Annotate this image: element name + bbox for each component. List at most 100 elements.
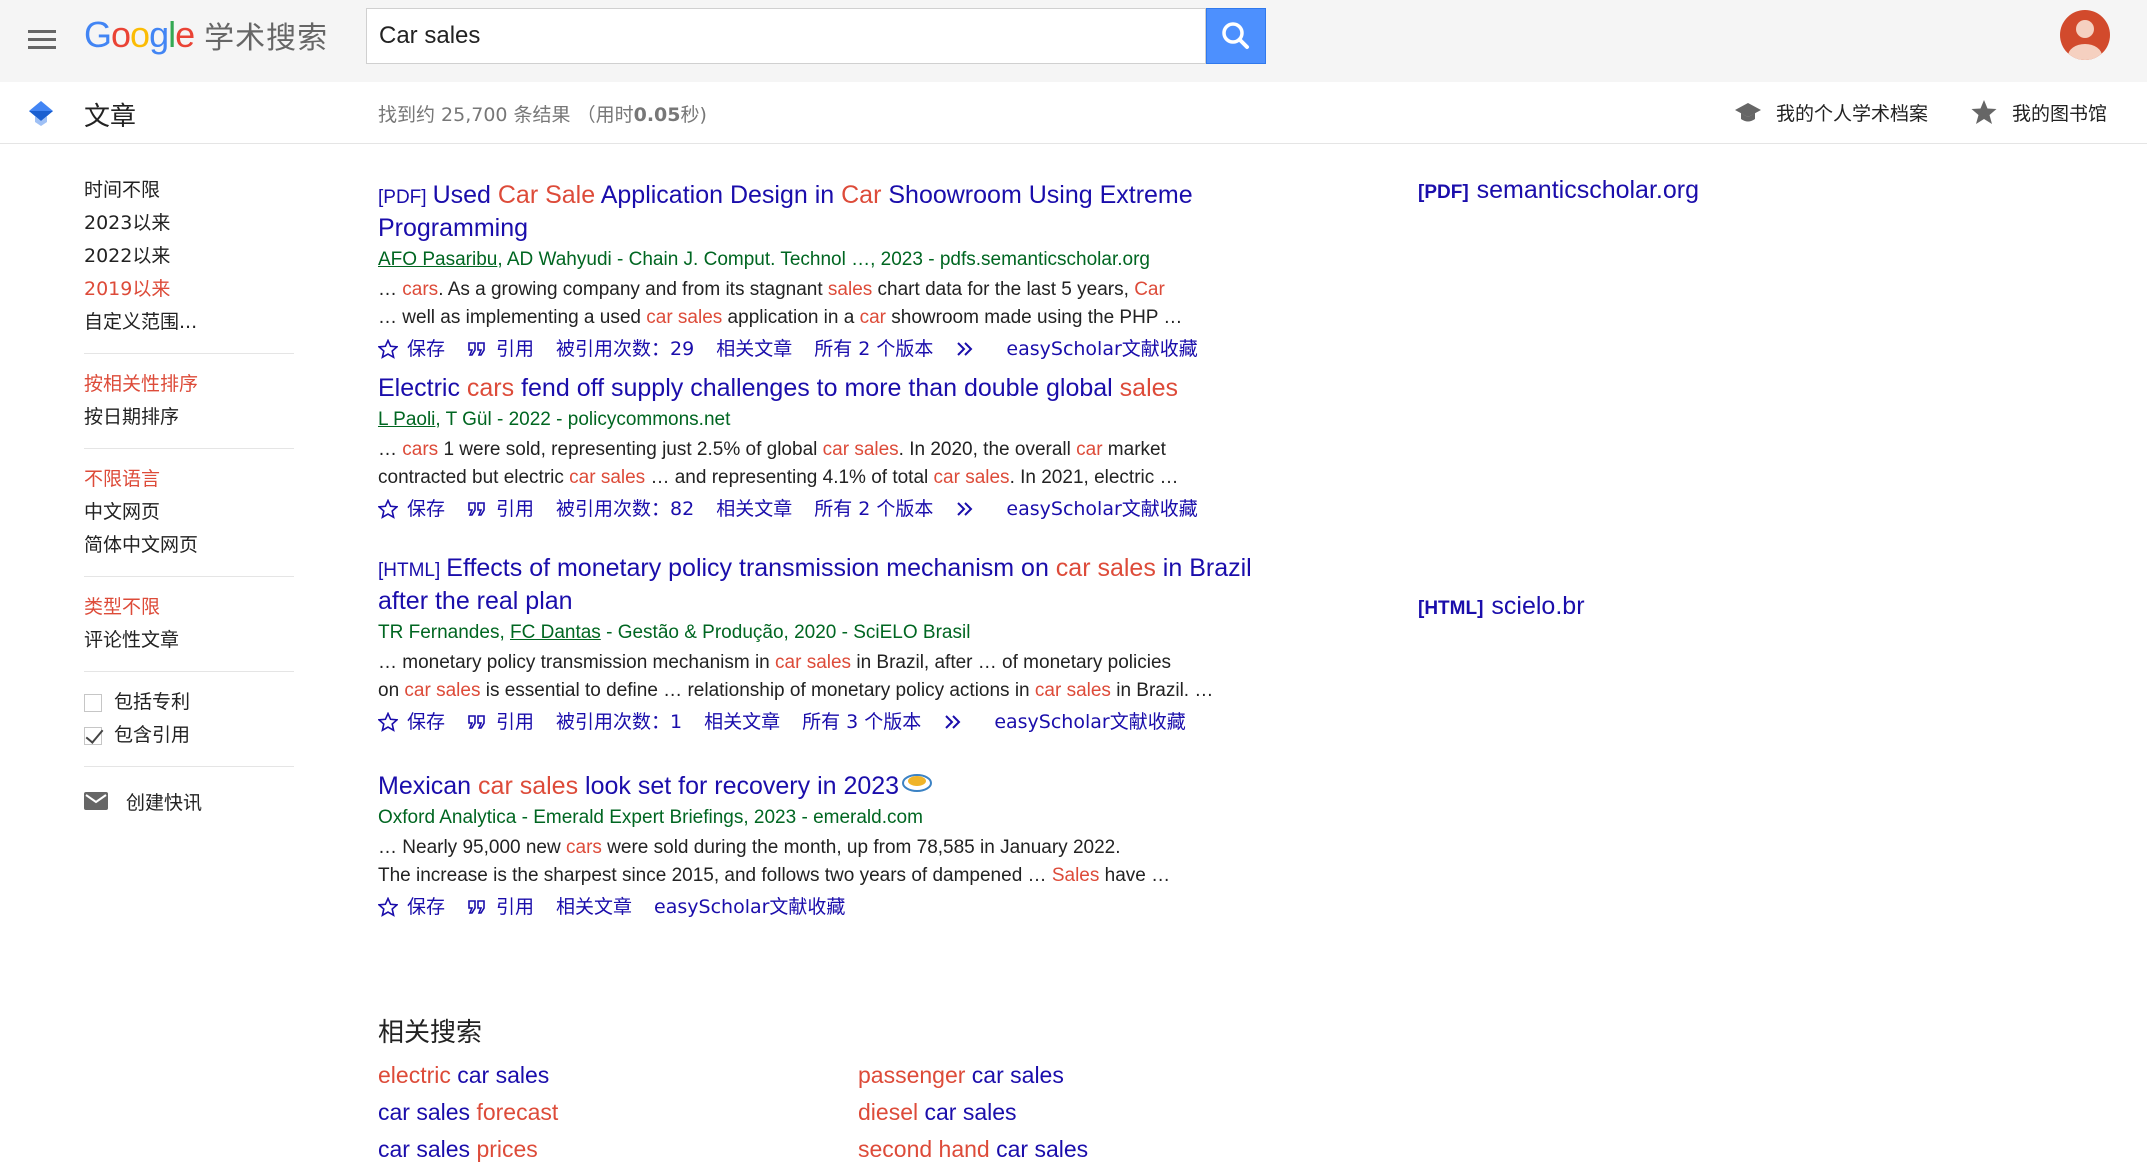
- my-profile-link[interactable]: 我的个人学术档案: [1734, 98, 1928, 126]
- easyscholar-link[interactable]: easyScholar文献收藏: [994, 707, 1185, 737]
- easyscholar-link[interactable]: easyScholar文献收藏: [654, 892, 845, 922]
- title-text: sales: [1119, 374, 1179, 402]
- more-actions-button[interactable]: [955, 339, 984, 359]
- language-option[interactable]: 简体中文网页: [84, 529, 294, 562]
- result-actions: 保存 引用 被引用次数：82 相关文章 所有 2 个版本 easyScholar文献收藏: [378, 494, 1278, 524]
- language-filter-group: 不限语言 中文网页 简体中文网页: [84, 463, 294, 562]
- author-link[interactable]: L Paoli: [378, 409, 435, 430]
- search-icon: [1222, 22, 1249, 49]
- result-title-link[interactable]: Mexican car sales look set for recovery …: [378, 771, 1278, 802]
- star-outline-icon: [378, 499, 398, 519]
- snippet-text: . In 2021, electric …: [1009, 467, 1179, 488]
- snippet-text: car sales: [822, 439, 899, 460]
- result-title-link[interactable]: [PDF] Used Car Sale Application Design in…: [378, 180, 1278, 244]
- quote-icon: [468, 900, 485, 914]
- result-title-link[interactable]: Electric cars fend off supply challenges…: [378, 373, 1278, 404]
- search-box: [366, 8, 1206, 64]
- more-actions-button[interactable]: [955, 499, 984, 519]
- page-title: 文章: [84, 102, 137, 132]
- cited-by-link[interactable]: 被引用次数：82: [556, 494, 694, 524]
- type-option[interactable]: 评论性文章: [84, 624, 294, 657]
- cite-button[interactable]: 引用: [467, 494, 534, 524]
- sort-option[interactable]: 按相关性排序: [84, 368, 294, 401]
- my-library-link[interactable]: 我的图书馆: [1970, 98, 2107, 126]
- author-link[interactable]: FC Dantas: [510, 622, 601, 643]
- cite-button[interactable]: 引用: [467, 707, 534, 737]
- related-articles-link[interactable]: 相关文章: [716, 334, 792, 364]
- related-search-link[interactable]: diesel car sales: [858, 1099, 1017, 1126]
- all-versions-link[interactable]: 所有 2 个版本: [814, 334, 933, 364]
- related-articles-link[interactable]: 相关文章: [716, 494, 792, 524]
- double-chevron-icon: [957, 502, 973, 516]
- logo-letter: o: [130, 14, 150, 55]
- full-text-link[interactable]: [PDF] semanticscholar.org: [1418, 176, 1699, 205]
- my-library-label: 我的图书馆: [2012, 102, 2108, 125]
- cite-button[interactable]: 引用: [467, 334, 534, 364]
- related-search-link[interactable]: electric car sales: [378, 1062, 549, 1089]
- result-actions: 保存 引用 相关文章 easyScholar文献收藏: [378, 892, 1278, 922]
- star-outline-icon: [378, 712, 398, 732]
- cited-by-link[interactable]: 被引用次数：1: [556, 707, 682, 737]
- search-result: [HTML] Effects of monetary policy transmi…: [378, 553, 1278, 737]
- quote-icon: [468, 715, 485, 729]
- result-title-link[interactable]: [HTML] Effects of monetary policy transmi…: [378, 553, 1278, 617]
- title-text: Application Design in: [595, 181, 842, 209]
- save-button[interactable]: 保存: [378, 707, 445, 737]
- time-filter-item[interactable]: 时间不限: [84, 174, 294, 207]
- snippet-text: car sales: [569, 467, 646, 488]
- emerald-source-icon: [902, 774, 933, 792]
- cited-by-link[interactable]: 被引用次数：29: [556, 334, 694, 364]
- search-button[interactable]: [1206, 8, 1266, 64]
- all-versions-link[interactable]: 所有 2 个版本: [814, 494, 933, 524]
- more-actions-button[interactable]: [943, 712, 972, 732]
- type-option[interactable]: 类型不限: [84, 591, 294, 624]
- related-search-text: passenger: [858, 1062, 966, 1088]
- time-filter-item[interactable]: 2023以来: [84, 207, 294, 240]
- snippet-text: have …: [1099, 865, 1171, 886]
- full-text-link[interactable]: [HTML] scielo.br: [1418, 592, 1585, 621]
- include-patents-option[interactable]: 包括专利: [84, 686, 294, 719]
- save-button[interactable]: 保存: [378, 892, 445, 922]
- all-versions-link[interactable]: 所有 3 个版本: [802, 707, 921, 737]
- include-citations-checkbox[interactable]: [84, 726, 102, 745]
- title-text: Electric: [378, 374, 467, 402]
- time-filter-item[interactable]: 自定义范围...: [84, 306, 294, 339]
- search-input[interactable]: [367, 9, 1205, 63]
- my-profile-label: 我的个人学术档案: [1776, 102, 1929, 125]
- title-text: car sales: [478, 772, 579, 800]
- save-button[interactable]: 保存: [378, 334, 445, 364]
- snippet-text: car: [859, 307, 887, 328]
- create-alert-link[interactable]: 创建快讯: [84, 781, 294, 821]
- easyscholar-link[interactable]: easyScholar文献收藏: [1006, 494, 1197, 524]
- cite-button-label: 引用: [496, 498, 535, 520]
- include-patents-label: 包括专利: [114, 691, 191, 713]
- time-filter-item[interactable]: 2022以来: [84, 240, 294, 273]
- account-avatar[interactable]: [2060, 10, 2110, 60]
- time-filter-item[interactable]: 2019以来: [84, 273, 294, 306]
- include-citations-option[interactable]: 包含引用: [84, 719, 294, 752]
- snippet-text: is essential to define … relationship of…: [480, 680, 1035, 701]
- cite-button[interactable]: 引用: [467, 892, 534, 922]
- full-text-domain: scielo.br: [1491, 592, 1585, 620]
- cite-button-label: 引用: [496, 896, 535, 918]
- save-button[interactable]: 保存: [378, 494, 445, 524]
- easyscholar-link[interactable]: easyScholar文献收藏: [1006, 334, 1197, 364]
- language-option[interactable]: 中文网页: [84, 496, 294, 529]
- related-articles-link[interactable]: 相关文章: [704, 707, 780, 737]
- title-text: Used: [432, 181, 498, 209]
- related-articles-link[interactable]: 相关文章: [556, 892, 632, 922]
- sort-option[interactable]: 按日期排序: [84, 401, 294, 434]
- scholar-logo[interactable]: Google 学术搜索: [84, 10, 328, 60]
- language-option[interactable]: 不限语言: [84, 463, 294, 496]
- search-result: [PDF] Used Car Sale Application Design in…: [378, 180, 1278, 364]
- menu-icon[interactable]: [22, 20, 62, 60]
- snippet-text: 1 were sold, representing just 2.5% of g…: [438, 439, 823, 460]
- publication-info: - Chain J. Comput. Technol …, 2023 - pdf…: [611, 249, 1150, 270]
- author-link[interactable]: AFO Pasaribu: [378, 249, 497, 270]
- include-citations-label: 包含引用: [114, 724, 191, 746]
- logo-letter: G: [84, 14, 112, 55]
- related-search-link[interactable]: passenger car sales: [858, 1062, 1064, 1089]
- title-text: Shoowroom Using Extreme: [881, 181, 1193, 209]
- include-patents-checkbox[interactable]: [84, 693, 102, 712]
- related-search-link[interactable]: car sales forecast: [378, 1099, 558, 1126]
